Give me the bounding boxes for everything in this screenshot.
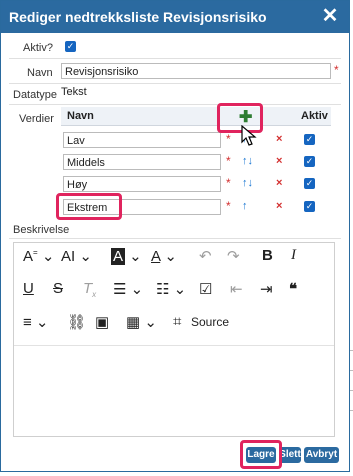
required-mark: * <box>226 199 231 213</box>
required-mark: * <box>226 176 231 190</box>
dialog-titlebar: Rediger nedtrekksliste Revisjonsrisiko ✕ <box>1 1 349 33</box>
reorder-arrows-icon[interactable]: ↑↓ <box>242 177 253 189</box>
delete-value-icon[interactable]: × <box>276 200 282 212</box>
cancel-button[interactable]: Avbryt <box>304 447 339 463</box>
highlight-box <box>56 193 122 220</box>
reorder-arrows-icon[interactable]: ↑ <box>242 200 248 212</box>
divider <box>9 58 341 59</box>
delete-button[interactable]: Slett <box>279 447 301 463</box>
active-checkbox[interactable]: ✓ <box>65 41 76 52</box>
required-mark: * <box>226 132 231 146</box>
value-name-input[interactable]: Lav <box>63 132 221 148</box>
value-active-checkbox[interactable]: ✓ <box>304 156 315 167</box>
reorder-arrows-icon[interactable]: ↑↓ <box>242 155 253 167</box>
column-header-active: Aktiv <box>301 110 328 122</box>
values-table-header: Navn Aktiv <box>61 107 331 126</box>
delete-value-icon[interactable]: × <box>276 177 282 189</box>
values-label: Verdier <box>19 113 54 125</box>
name-label: Navn <box>27 67 53 79</box>
description-editor[interactable] <box>13 242 335 437</box>
value-active-checkbox[interactable]: ✓ <box>304 178 315 189</box>
value-active-checkbox[interactable]: ✓ <box>304 201 315 212</box>
mouse-cursor-icon <box>241 125 257 146</box>
delete-value-icon[interactable]: × <box>276 133 282 145</box>
divider <box>9 104 341 105</box>
active-label: Aktiv? <box>23 42 53 54</box>
column-header-name: Navn <box>67 110 94 122</box>
datatype-value: Tekst <box>61 86 87 98</box>
highlight-box <box>240 440 282 469</box>
delete-value-icon[interactable]: × <box>276 155 282 167</box>
toolbar-top-border <box>9 238 341 239</box>
required-mark: * <box>334 63 339 77</box>
close-icon[interactable]: ✕ <box>319 5 341 27</box>
value-active-checkbox[interactable]: ✓ <box>304 134 315 145</box>
description-label: Beskrivelse <box>13 224 70 236</box>
value-name-input[interactable]: Høy <box>63 176 221 192</box>
datatype-label: Datatype <box>13 89 58 101</box>
name-input[interactable]: Revisjonsrisiko <box>61 63 331 79</box>
value-name-input[interactable]: Middels <box>63 154 221 170</box>
required-mark: * <box>226 154 231 168</box>
editor-divider <box>14 345 334 346</box>
edit-dropdown-dialog: Rediger nedtrekksliste Revisjonsrisiko ✕… <box>0 0 350 472</box>
dialog-title: Rediger nedtrekksliste Revisjonsrisiko <box>9 9 267 25</box>
divider <box>9 83 341 84</box>
